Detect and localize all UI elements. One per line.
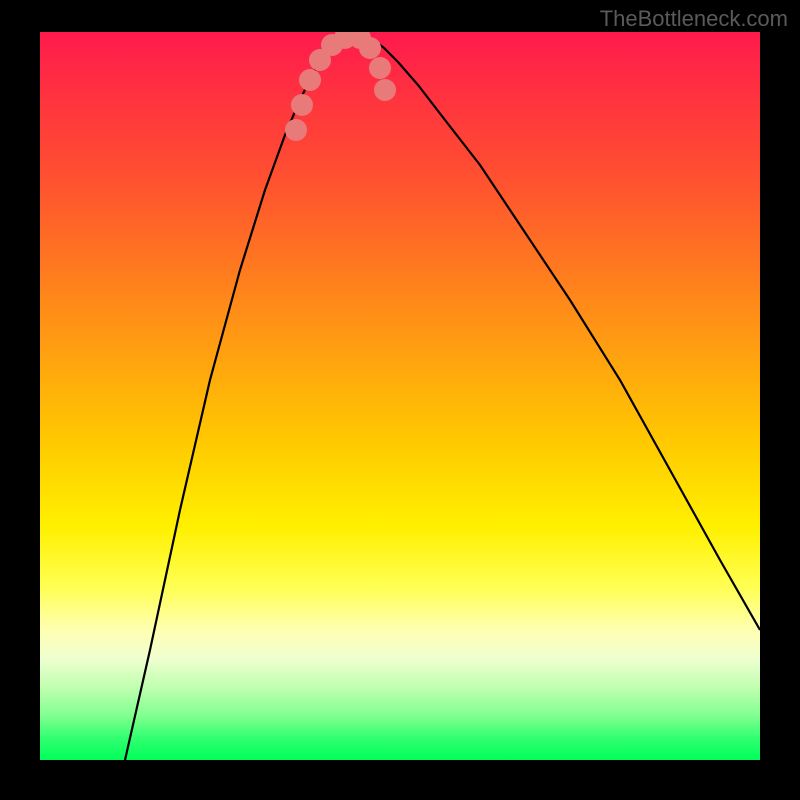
marker-dots xyxy=(285,32,396,141)
left-curve xyxy=(125,38,336,760)
marker-dot xyxy=(285,119,307,141)
watermark-text: TheBottleneck.com xyxy=(600,6,788,32)
marker-dot xyxy=(291,94,313,116)
right-curve xyxy=(374,40,760,630)
marker-dot xyxy=(299,69,321,91)
chart-svg xyxy=(40,32,760,760)
plot-area xyxy=(40,32,760,760)
marker-dot xyxy=(369,57,391,79)
marker-dot xyxy=(374,79,396,101)
marker-dot xyxy=(359,37,381,59)
